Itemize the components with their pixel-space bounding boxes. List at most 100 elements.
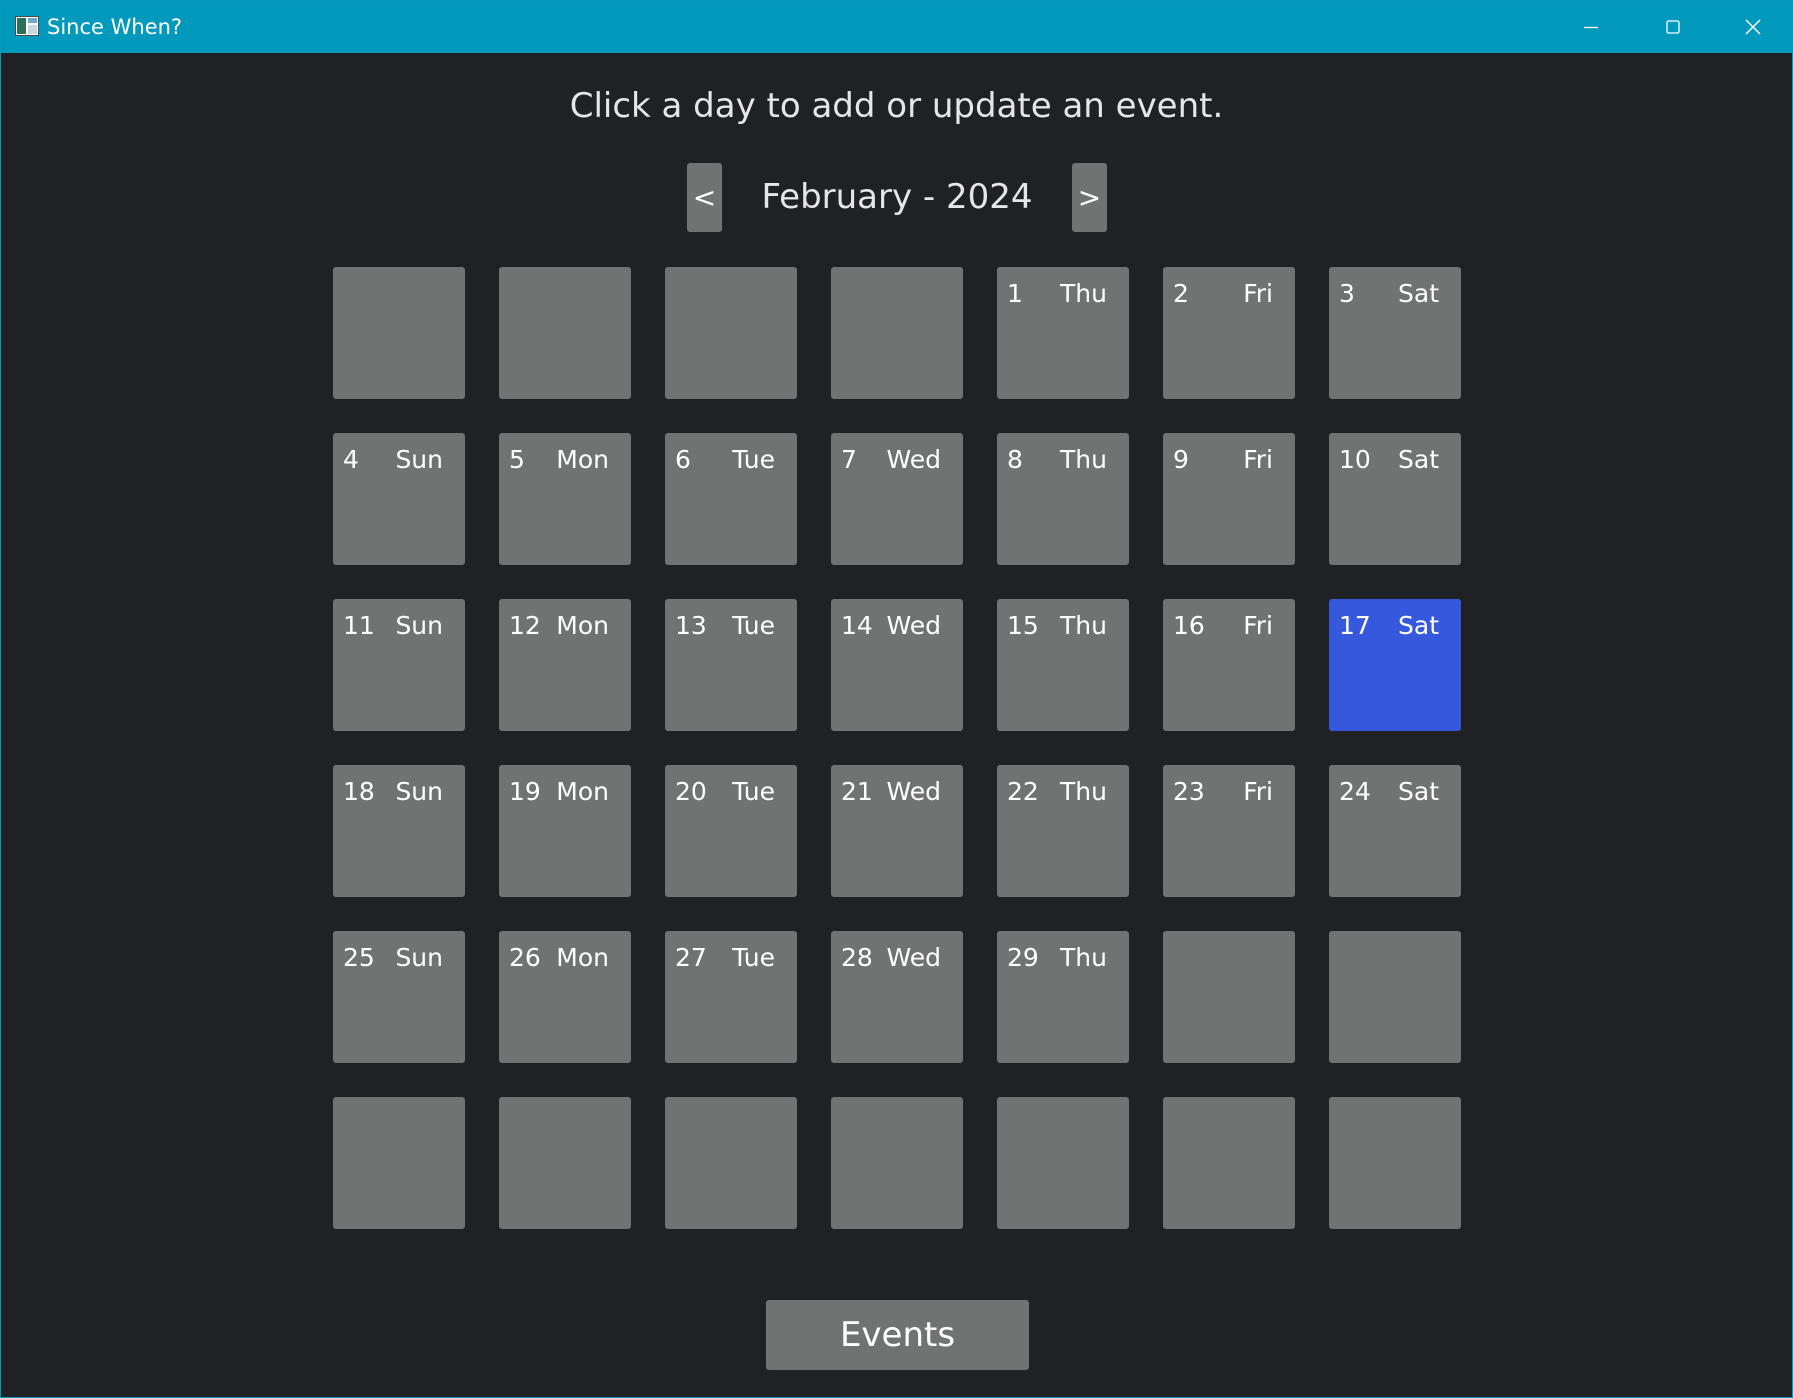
day-tile-18[interactable]: 18 Sun [333,765,465,897]
day-number: 20 [675,777,707,806]
weekday-label: Tue [732,943,775,972]
empty-day-tile[interactable] [665,1097,797,1229]
weekday-label: Thu [1060,279,1107,308]
app-icon [15,16,39,36]
weekday-label: Wed [886,611,941,640]
weekday-label: Fri [1243,445,1273,474]
day-tile-13[interactable]: 13 Tue [665,599,797,731]
day-tile-24[interactable]: 24 Sat [1329,765,1461,897]
day-number: 8 [1007,445,1023,474]
day-tile-10[interactable]: 10 Sat [1329,433,1461,565]
day-number: 9 [1173,445,1189,474]
day-number: 28 [841,943,873,972]
day-tile-26[interactable]: 26 Mon [499,931,631,1063]
day-number: 10 [1339,445,1371,474]
day-tile-14[interactable]: 14 Wed [831,599,963,731]
day-tile-20[interactable]: 20 Tue [665,765,797,897]
day-tile-19[interactable]: 19 Mon [499,765,631,897]
empty-day-tile[interactable] [831,267,963,399]
weekday-label: Mon [556,611,609,640]
day-number: 17 [1339,611,1371,640]
weekday-label: Wed [886,777,941,806]
window-title: Since When? [47,15,183,39]
empty-day-tile[interactable] [1163,931,1295,1063]
day-tile-16[interactable]: 16 Fri [1163,599,1295,731]
empty-day-tile[interactable] [499,267,631,399]
day-number: 14 [841,611,873,640]
empty-day-tile[interactable] [333,1097,465,1229]
day-number: 7 [841,445,857,474]
weekday-label: Sun [395,445,443,474]
title-bar[interactable]: Since When? [1,1,1792,53]
day-tile-7[interactable]: 7 Wed [831,433,963,565]
day-tile-1[interactable]: 1 Thu [997,267,1129,399]
day-number: 23 [1173,777,1205,806]
day-number: 11 [343,611,375,640]
empty-day-tile[interactable] [499,1097,631,1229]
weekday-label: Thu [1060,445,1107,474]
weekday-label: Mon [556,445,609,474]
weekday-label: Sat [1398,445,1439,474]
day-tile-17[interactable]: 17 Sat [1329,599,1461,731]
day-tile-22[interactable]: 22 Thu [997,765,1129,897]
empty-day-tile[interactable] [997,1097,1129,1229]
minimize-button[interactable] [1551,1,1631,53]
day-tile-15[interactable]: 15 Thu [997,599,1129,731]
day-tile-5[interactable]: 5 Mon [499,433,631,565]
weekday-label: Fri [1243,279,1273,308]
day-number: 3 [1339,279,1355,308]
day-number: 21 [841,777,873,806]
day-tile-4[interactable]: 4 Sun [333,433,465,565]
next-month-button[interactable]: > [1072,163,1107,232]
weekday-label: Thu [1060,943,1107,972]
weekday-label: Sun [395,611,443,640]
empty-day-tile[interactable] [1329,931,1461,1063]
empty-day-tile[interactable] [1329,1097,1461,1229]
day-number: 22 [1007,777,1039,806]
day-tile-28[interactable]: 28 Wed [831,931,963,1063]
close-button[interactable] [1713,1,1793,53]
month-year-label: February - 2024 [761,177,1033,217]
calendar-grid: 1 Thu 2 Fri 3 Sat 4 Sun 5 Mon 6 Tue 7 Wed 8 Thu 9 Fri 10 Sa… [333,267,1465,1229]
weekday-label: Fri [1243,611,1273,640]
empty-day-tile[interactable] [333,267,465,399]
weekday-label: Sun [395,943,443,972]
day-tile-29[interactable]: 29 Thu [997,931,1129,1063]
weekday-label: Tue [732,611,775,640]
day-tile-3[interactable]: 3 Sat [1329,267,1461,399]
day-tile-27[interactable]: 27 Tue [665,931,797,1063]
day-number: 26 [509,943,541,972]
day-number: 16 [1173,611,1205,640]
weekday-label: Tue [732,777,775,806]
empty-day-tile[interactable] [1163,1097,1295,1229]
previous-month-button[interactable]: < [687,163,722,232]
weekday-label: Thu [1060,777,1107,806]
weekday-label: Sat [1398,611,1439,640]
day-tile-25[interactable]: 25 Sun [333,931,465,1063]
day-number: 5 [509,445,525,474]
weekday-label: Wed [886,943,941,972]
empty-day-tile[interactable] [665,267,797,399]
day-number: 18 [343,777,375,806]
maximize-button[interactable] [1633,1,1713,53]
day-tile-12[interactable]: 12 Mon [499,599,631,731]
day-tile-8[interactable]: 8 Thu [997,433,1129,565]
day-number: 24 [1339,777,1371,806]
minimize-icon [1583,19,1599,35]
day-number: 27 [675,943,707,972]
day-tile-9[interactable]: 9 Fri [1163,433,1295,565]
weekday-label: Thu [1060,611,1107,640]
maximize-icon [1665,19,1681,35]
day-number: 19 [509,777,541,806]
instruction-text: Click a day to add or update an event. [569,86,1224,126]
events-button[interactable]: Events [766,1300,1029,1370]
day-number: 6 [675,445,691,474]
day-tile-2[interactable]: 2 Fri [1163,267,1295,399]
day-tile-6[interactable]: 6 Tue [665,433,797,565]
day-tile-11[interactable]: 11 Sun [333,599,465,731]
empty-day-tile[interactable] [831,1097,963,1229]
day-number: 2 [1173,279,1189,308]
day-tile-23[interactable]: 23 Fri [1163,765,1295,897]
day-tile-21[interactable]: 21 Wed [831,765,963,897]
weekday-label: Mon [556,777,609,806]
